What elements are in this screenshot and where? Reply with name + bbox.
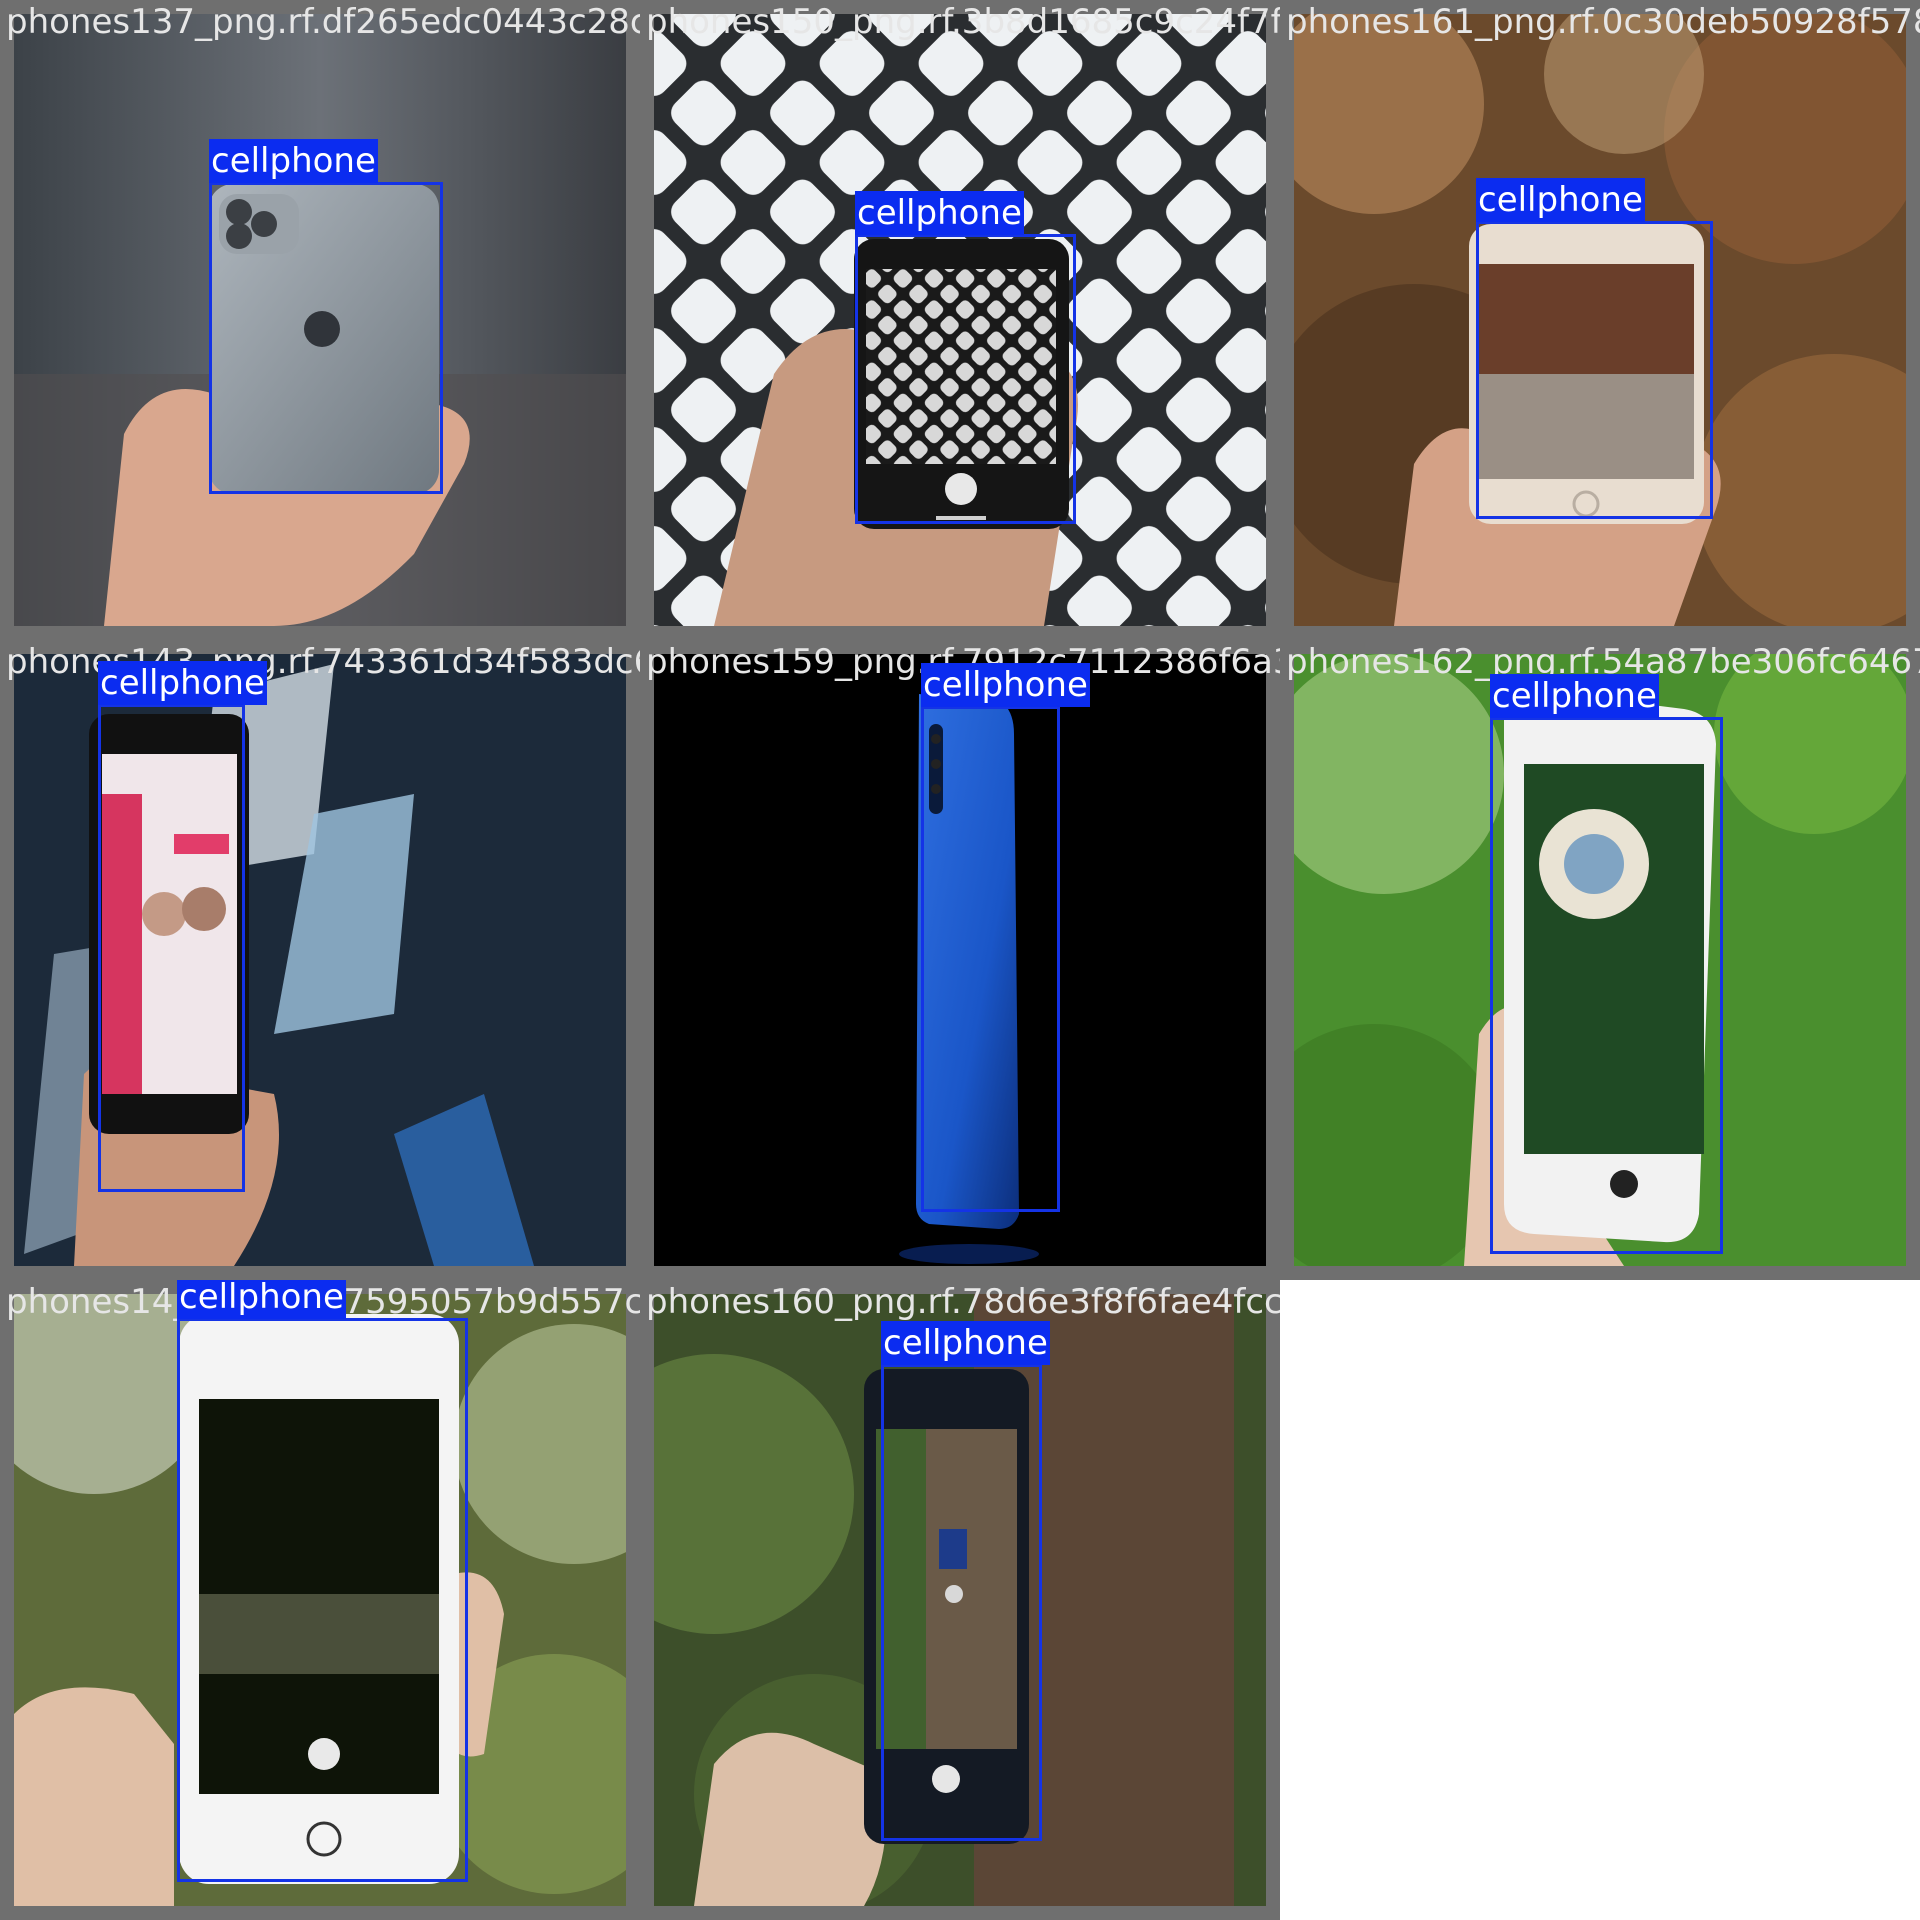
class-label: cellphone xyxy=(881,1321,1050,1365)
tile-3: phones161_png.rf.0c30deb50928f578 cellph… xyxy=(1280,0,1920,640)
detection-box: cellphone xyxy=(209,139,443,494)
tile-5: phones159_png.rf.7912c7112386f6a3ff cell… xyxy=(640,640,1280,1280)
class-label: cellphone xyxy=(98,661,267,705)
detection-box: cellphone xyxy=(855,191,1076,524)
class-label: cellphone xyxy=(209,139,378,183)
detection-box: cellphone xyxy=(177,1280,468,1882)
detection-box: cellphone xyxy=(881,1321,1050,1841)
class-label: cellphone xyxy=(1490,674,1659,718)
class-label: cellphone xyxy=(177,1280,346,1319)
image-filename: phones137_png.rf.df265edc0443c28c3fbb9e3 xyxy=(6,2,640,42)
tile-1: phones137_png.rf.df265edc0443c28c3fbb9e3… xyxy=(0,0,640,640)
tile-6: phones162_png.rf.54a87be306fc6467 cellph… xyxy=(1280,640,1920,1280)
image-filename: phones161_png.rf.0c30deb50928f578 xyxy=(1286,2,1920,42)
image-filename: phones160_png.rf.78d6e3f8f6fae4fcc42adaf xyxy=(646,1282,1280,1322)
tile-7: phones14_png.rf.717595057b9d557c cellpho… xyxy=(0,1280,640,1920)
class-label: cellphone xyxy=(855,191,1024,235)
class-label: cellphone xyxy=(1476,178,1645,222)
tile-8: phones160_png.rf.78d6e3f8f6fae4fcc42adaf… xyxy=(640,1280,1280,1920)
tile-2: phones150_png.rf.3b8d1685c9c24f7f8b04f6 … xyxy=(640,0,1280,640)
image-filename: phones150_png.rf.3b8d1685c9c24f7f8b04f6 xyxy=(646,2,1280,42)
detection-box: cellphone xyxy=(98,661,267,1192)
detection-box: cellphone xyxy=(921,663,1090,1212)
class-label: cellphone xyxy=(921,663,1090,707)
detection-box: cellphone xyxy=(1476,178,1713,519)
tile-4: phones143_png.rf.743361d34f583dc6 cellph… xyxy=(0,640,640,1280)
detection-mosaic: phones137_png.rf.df265edc0443c28c3fbb9e3… xyxy=(0,0,1920,1920)
detection-box: cellphone xyxy=(1490,674,1723,1254)
